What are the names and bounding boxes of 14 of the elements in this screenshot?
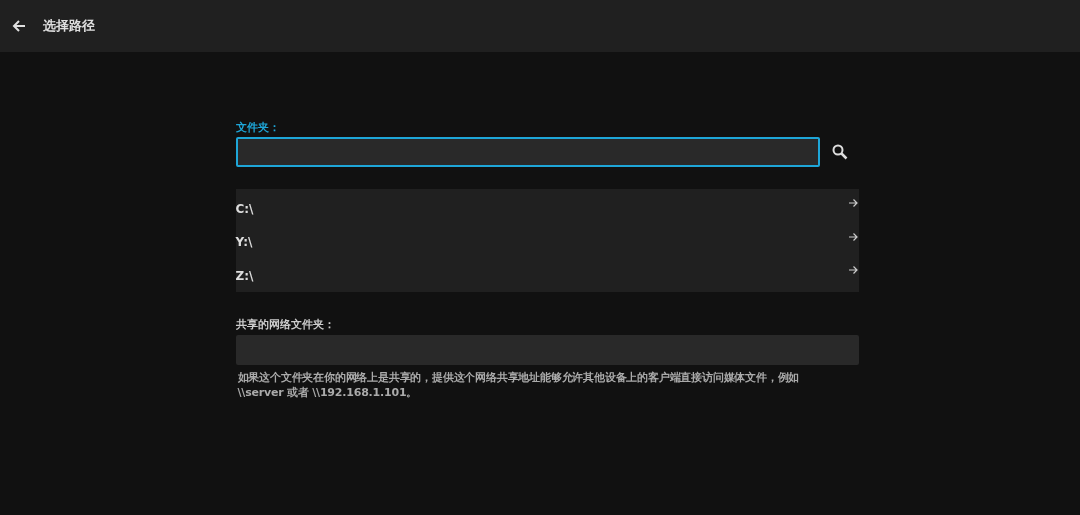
field-label: 文件夹：: [235, 120, 281, 134]
drive-item[interactable]: Y:\: [235, 223, 859, 257]
back-arrow-icon[interactable]: [11, 18, 27, 34]
arrow-icon: [847, 265, 858, 275]
help-text: 如果这个文件夹在你的网络上是共享的，提供这个网络共享地址能够允许其他设备上的客户端直接访问媒体文件，例如 \\server 或者 \\192.168.1.101。: [237, 369, 801, 400]
arrow-icon: [847, 198, 858, 208]
drive-item[interactable]: C:\: [235, 190, 859, 224]
arrow-icon: [847, 231, 858, 242]
search-icon[interactable]: [830, 143, 849, 161]
field-label: 共享的网络文件夹：: [235, 316, 336, 331]
page-title: 选择路径: [43, 17, 95, 35]
network-folder-field[interactable]: [235, 334, 859, 365]
folder-field[interactable]: [235, 137, 820, 167]
drive-item[interactable]: Z:\: [235, 257, 859, 291]
